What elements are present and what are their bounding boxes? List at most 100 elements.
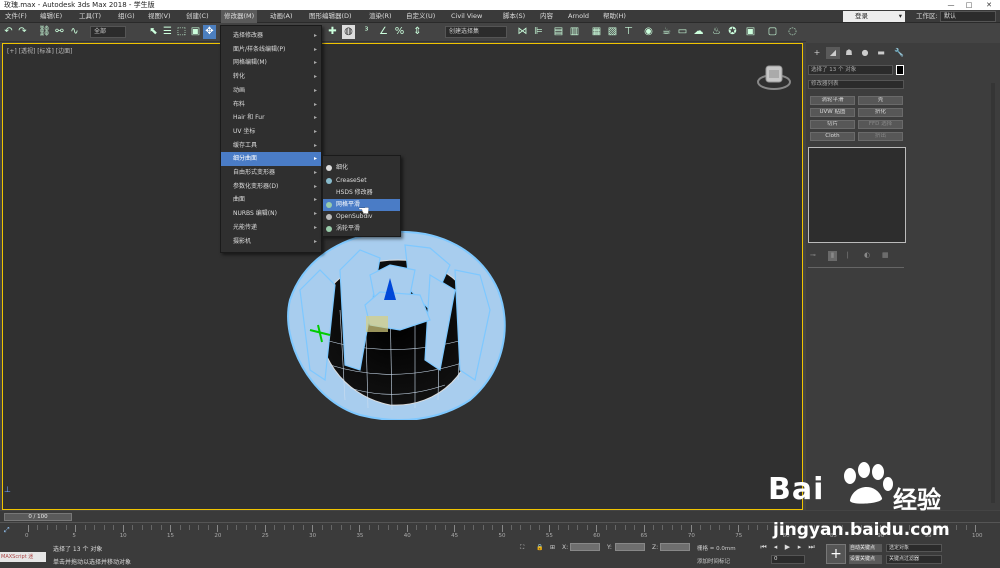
menu-arnold[interactable]: Arnold — [568, 10, 589, 23]
modifier-button-slice[interactable]: 切片 — [810, 120, 855, 129]
y-coordinate-field[interactable] — [615, 543, 645, 551]
named-selection-set[interactable]: 创建选择集 — [445, 26, 507, 38]
menu-item-cache-tools[interactable]: 缓存工具 ▸ — [221, 139, 321, 153]
menu-view[interactable]: 视图(V) — [148, 10, 171, 23]
selection-filter-select[interactable]: 全部 — [90, 26, 126, 38]
z-coordinate-field[interactable] — [660, 543, 690, 551]
menu-item-mesh-editing[interactable]: 网格编辑(M) ▸ — [221, 56, 321, 70]
maxscript-listener[interactable]: MAXScript 迷 — [0, 552, 46, 562]
select-by-name-icon[interactable]: ☰ — [161, 25, 174, 39]
absolute-mode-icon[interactable]: ⊞ — [550, 544, 555, 551]
modifier-button-extrude-face[interactable]: 挤化 — [858, 108, 903, 117]
modifier-stack[interactable] — [808, 147, 906, 243]
menu-item-uv-coordinates[interactable]: UV 坐标 ▸ — [221, 125, 321, 139]
menu-customize[interactable]: 自定义(U) — [406, 10, 435, 23]
pin-stack-icon[interactable]: ⊸ — [810, 251, 816, 259]
menu-item-surface[interactable]: 曲面 ▸ — [221, 193, 321, 207]
menu-item-cameras[interactable]: 摄影机 ▸ — [221, 235, 321, 249]
object-name-field[interactable]: 选择了 13 个 对象 — [808, 65, 893, 75]
curve-editor-icon[interactable]: ▧ — [606, 25, 619, 39]
snap-3d-icon[interactable]: ³ — [360, 25, 373, 39]
redo-icon[interactable]: ↷ — [16, 25, 29, 39]
maximize-button[interactable]: □ — [960, 0, 978, 10]
bind-spacewarp-icon[interactable]: ∿ — [68, 25, 81, 39]
scene-explorer-icon[interactable]: ▤ — [552, 25, 565, 39]
menu-create[interactable]: 创建(C) — [186, 10, 209, 23]
modifier-button-shell[interactable]: 壳 — [858, 96, 903, 105]
menu-modifiers[interactable]: 修改器(M) — [221, 10, 258, 23]
minimize-button[interactable]: — — [942, 0, 960, 10]
motion-tab-icon[interactable]: ● — [858, 47, 872, 59]
render-setup-icon[interactable]: ☕ — [660, 25, 673, 39]
select-move-icon[interactable]: ✥ — [203, 25, 216, 39]
rose-model[interactable] — [280, 230, 510, 420]
undo-icon[interactable]: ↶ — [2, 25, 15, 39]
go-to-start-icon[interactable]: ⏮ — [759, 543, 768, 552]
layer-explorer-icon[interactable]: ▥ — [568, 25, 581, 39]
placement-icon[interactable]: ◍ — [342, 25, 355, 39]
display-tab-icon[interactable]: ▬ — [874, 47, 888, 59]
menu-scripting[interactable]: 脚本(S) — [503, 10, 525, 23]
x-coordinate-field[interactable] — [570, 543, 600, 551]
key-filters-button[interactable]: 关键点过滤器 — [886, 555, 942, 564]
menu-item-selection-modifiers[interactable]: 选择修改器 ▸ — [221, 29, 321, 43]
object-color-swatch[interactable] — [896, 65, 904, 75]
modifier-list-dropdown[interactable]: 修改器列表 — [808, 80, 904, 89]
menu-item-cloth[interactable]: 布料 ▸ — [221, 98, 321, 112]
menu-item-parametric-deformers[interactable]: 参数化变形器(D) ▸ — [221, 180, 321, 194]
align-icon[interactable]: ⊫ — [532, 25, 545, 39]
viewport-layout-icon[interactable]: ▢ — [766, 25, 779, 39]
percent-snap-icon[interactable]: % — [393, 25, 406, 39]
modifier-button-extrude[interactable]: 挤出 — [858, 132, 903, 141]
menu-item-free-form-deformers[interactable]: 自由形式变形器 ▸ — [221, 166, 321, 180]
menu-rendering[interactable]: 渲染(R) — [369, 10, 392, 23]
link-icon[interactable]: ⛓ — [38, 25, 51, 39]
modify-tab-icon[interactable]: ◢ — [826, 47, 840, 59]
modifier-button-cloth[interactable]: Cloth — [810, 132, 855, 141]
material-editor-icon[interactable]: ◉ — [642, 25, 655, 39]
utilities-tab-icon[interactable]: 🔧 — [892, 47, 906, 59]
login-dropdown[interactable]: 登录 ▾ — [843, 11, 905, 22]
render-icon[interactable]: ☁ — [692, 25, 705, 39]
add-time-tag[interactable]: 添加时间标记 — [697, 557, 730, 565]
rendered-frame-icon[interactable]: ▭ — [676, 25, 689, 39]
make-unique-icon[interactable]: ∣ — [846, 251, 850, 259]
menu-item-creaseset[interactable]: CreaseSet — [323, 175, 400, 187]
show-end-result-icon[interactable]: ▮ — [828, 251, 837, 261]
render-online-icon[interactable]: ▣ — [744, 25, 757, 39]
angle-snap-icon[interactable]: ∠ — [377, 25, 390, 39]
menu-group[interactable]: 组(G) — [118, 10, 135, 23]
viewcube-icon[interactable] — [756, 60, 792, 96]
ribbon-icon[interactable]: ▦ — [590, 25, 603, 39]
dashed-selection-icon[interactable]: ◌ — [786, 25, 799, 39]
remove-modifier-icon[interactable]: ◐ — [864, 251, 870, 259]
menu-item-conversion[interactable]: 转化 ▸ — [221, 70, 321, 84]
move-icon[interactable]: ✚ — [326, 25, 339, 39]
viewport-label[interactable]: [+] [透视] [标准] [边面] — [7, 46, 72, 55]
menu-item-patch-spline[interactable]: 面片/样条线编辑(P) ▸ — [221, 43, 321, 57]
current-frame-field[interactable]: 0 — [771, 555, 805, 564]
time-slider[interactable]: 0 / 100 — [4, 513, 72, 521]
menu-tools[interactable]: 工具(T) — [79, 10, 101, 23]
mirror-icon[interactable]: ⋈ — [516, 25, 529, 39]
menu-item-animation[interactable]: 动画 ▸ — [221, 84, 321, 98]
lock-icon[interactable]: 🔒 — [536, 544, 543, 551]
modifier-button-uvw-map[interactable]: UVW 贴图 — [810, 108, 855, 117]
select-object-icon[interactable]: ⬉ — [147, 25, 160, 39]
menu-civil-view[interactable]: Civil View — [451, 10, 482, 23]
menu-help[interactable]: 帮助(H) — [603, 10, 626, 23]
unlink-icon[interactable]: ⚯ — [53, 25, 66, 39]
menu-file[interactable]: 文件(F) — [5, 10, 27, 23]
isolate-icon[interactable]: ⛶ — [520, 544, 524, 552]
spinner-snap-icon[interactable]: ⇕ — [411, 25, 424, 39]
menu-content[interactable]: 内容 — [540, 10, 553, 23]
set-key-button[interactable]: 设置关键点 — [849, 555, 882, 564]
configure-modifier-sets-icon[interactable]: ▦ — [882, 251, 889, 259]
menu-edit[interactable]: 编辑(E) — [40, 10, 62, 23]
workspace-select[interactable]: 默认 — [940, 11, 996, 22]
menu-item-hair-fur[interactable]: Hair 和 Fur ▸ — [221, 111, 321, 125]
menu-item-subdivision-surfaces[interactable]: 细分曲面 ▸ — [221, 152, 321, 166]
menu-item-nurbs-editing[interactable]: NURBS 编辑(N) ▸ — [221, 207, 321, 221]
create-tab-icon[interactable]: + — [810, 47, 824, 59]
window-crossing-icon[interactable]: ▣ — [189, 25, 202, 39]
